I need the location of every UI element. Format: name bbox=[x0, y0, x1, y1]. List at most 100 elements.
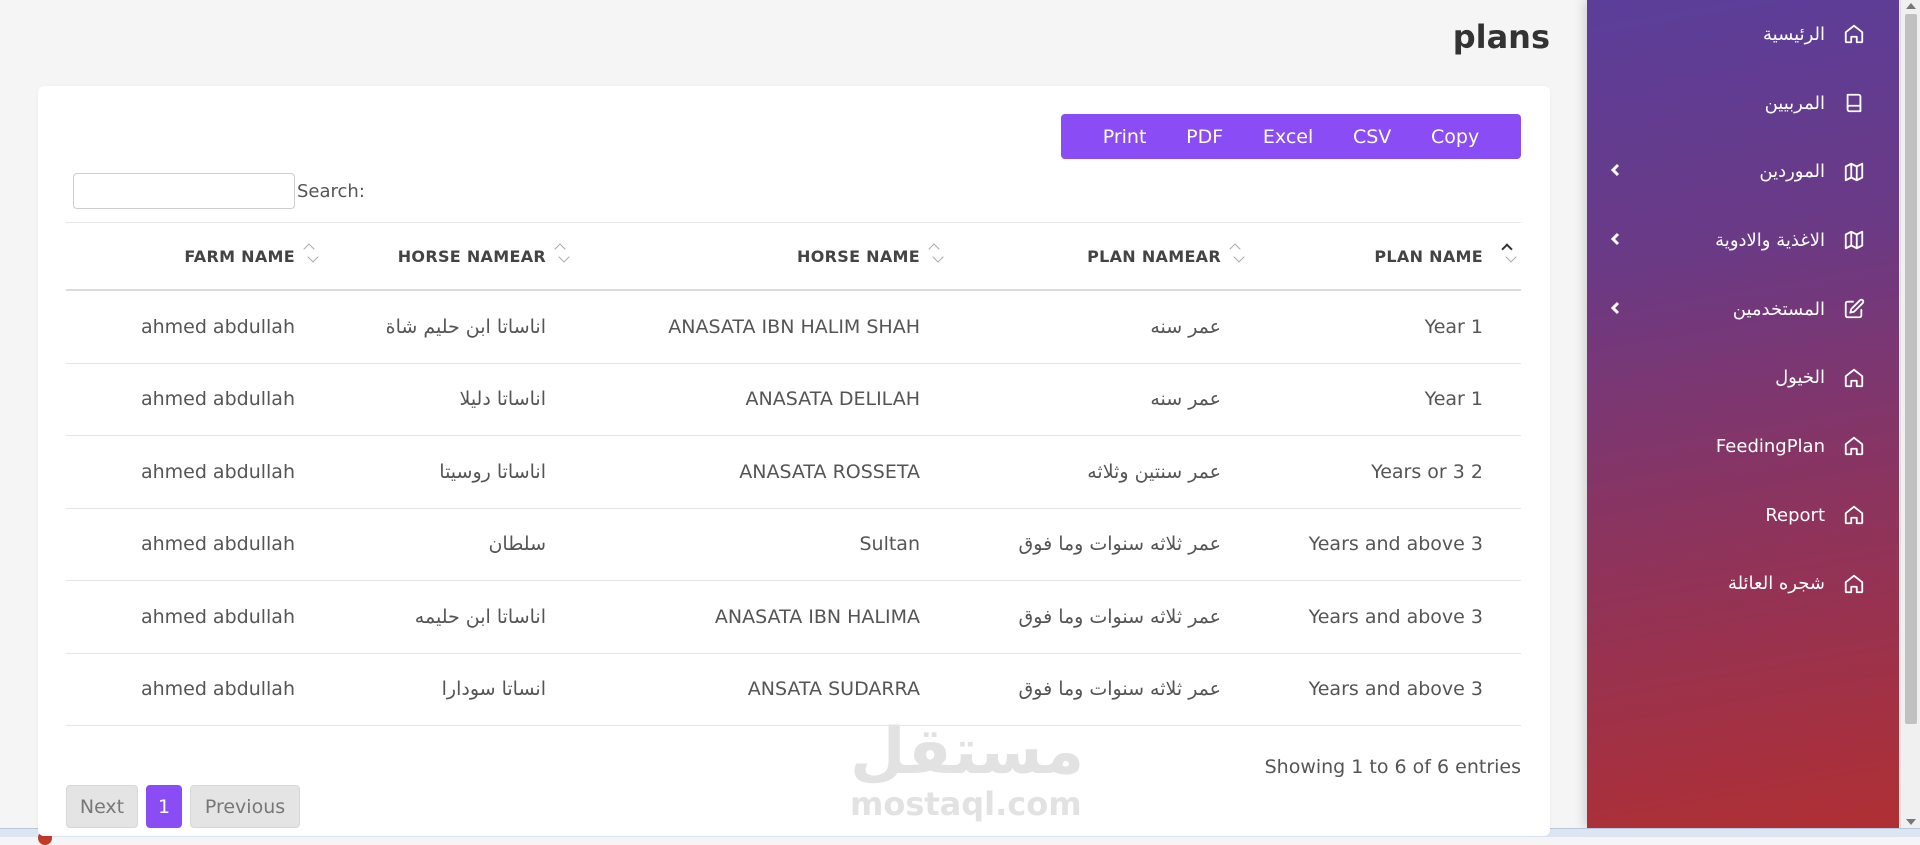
watermark-latin: mostaql.com bbox=[850, 785, 1082, 823]
map-icon bbox=[1841, 159, 1867, 185]
cell-farm-name: ahmed abdullah bbox=[140, 678, 295, 701]
cell-plan-namear: عمر سنه bbox=[1150, 315, 1221, 338]
cell-farm-name: ahmed abdullah bbox=[140, 533, 295, 556]
column-header-horse-name[interactable]: HORSE NAME bbox=[574, 242, 948, 266]
table-row: ahmed abdullah اناساتا روسيتا ANASATA ROSS… bbox=[66, 436, 1521, 509]
cell-plan-namear: عمر ثلاثه سنوات وما فوق bbox=[1018, 678, 1221, 701]
home-icon bbox=[1841, 433, 1867, 459]
cell-horse-name: Sultan bbox=[859, 533, 920, 556]
cell-plan-name: Years and above 3 bbox=[1308, 678, 1483, 701]
cell-horse-namear: سلطان bbox=[488, 533, 546, 556]
column-header-label: HORSE NAMEAR bbox=[397, 246, 546, 266]
cell-plan-namear: عمر ثلاثه سنوات وما فوق bbox=[1018, 533, 1221, 556]
sidebar-item-2[interactable]: الموردين bbox=[1587, 137, 1899, 206]
cell-horse-namear: اناساتا ابن حليمه bbox=[414, 605, 546, 628]
cell-horse-name: ANASATA IBN HALIMA bbox=[714, 605, 920, 628]
sidebar-item-0[interactable]: الرئيسية bbox=[1587, 0, 1899, 69]
cell-horse-namear: اناساتا دليلا bbox=[459, 388, 546, 411]
home-icon bbox=[1841, 502, 1867, 528]
column-header-plan-namear[interactable]: PLAN NAMEAR bbox=[948, 242, 1249, 266]
home-icon bbox=[1841, 21, 1867, 47]
sort-icon[interactable] bbox=[303, 241, 319, 267]
sidebar-item-8[interactable]: شجره العائلة bbox=[1587, 550, 1899, 619]
table-row: ahmed abdullah اناساتا ابن حليم شاة ANASAT… bbox=[66, 291, 1521, 364]
sidebar: الرئيسية المربيين الموردين الاغذية والادوية… bbox=[1587, 0, 1899, 828]
sort-icon[interactable] bbox=[554, 241, 570, 267]
cell-plan-namear: عمر سنه bbox=[1150, 388, 1221, 411]
cell-plan-name: Year 1 bbox=[1424, 315, 1483, 338]
column-header-farm-name[interactable]: FARM NAME bbox=[66, 242, 323, 266]
scroll-up-arrow-icon[interactable] bbox=[1906, 3, 1916, 9]
print-button[interactable]: Print bbox=[1095, 126, 1155, 148]
sidebar-item-4[interactable]: المستخدمين bbox=[1587, 275, 1899, 344]
chevron-left-icon bbox=[1609, 299, 1627, 320]
plans-table: FARM NAME HORSE NAMEAR HORSE NAME PLAN NAME… bbox=[66, 222, 1521, 726]
cell-horse-name: ANASATA IBN HALIM SHAH bbox=[668, 315, 920, 338]
home-icon bbox=[1841, 365, 1867, 391]
cell-plan-name: Years or 3 2 bbox=[1371, 460, 1483, 483]
table-body: ahmed abdullah اناساتا ابن حليم شاة ANASAT… bbox=[66, 291, 1521, 726]
column-header-label: HORSE NAME bbox=[797, 246, 920, 266]
vertical-scrollbar[interactable] bbox=[1900, 0, 1920, 828]
entries-info: Showing 1 to 6 of 6 entries bbox=[1264, 756, 1521, 778]
table-row: ahmed abdullah انساتا سودارا ANSATA SUDARR… bbox=[66, 654, 1521, 726]
export-button-group: Print PDF Excel CSV Copy bbox=[1061, 114, 1521, 159]
pdf-button[interactable]: PDF bbox=[1178, 126, 1231, 148]
sidebar-item-label: الخيول bbox=[1775, 367, 1825, 389]
sidebar-item-label: المستخدمين bbox=[1732, 298, 1825, 320]
column-header-label: FARM NAME bbox=[184, 246, 295, 266]
chevron-left-icon bbox=[1609, 161, 1627, 182]
cell-farm-name: ahmed abdullah bbox=[140, 315, 295, 338]
cell-horse-namear: اناساتا روسيتا bbox=[439, 460, 546, 483]
chevron-left-icon bbox=[1609, 230, 1627, 251]
scroll-down-arrow-icon[interactable] bbox=[1906, 819, 1916, 825]
watermark-logo: مستقل mostaql.com bbox=[850, 715, 1085, 823]
copy-button[interactable]: Copy bbox=[1423, 126, 1487, 148]
excel-button[interactable]: Excel bbox=[1255, 126, 1321, 148]
cell-horse-name: ANASATA DELILAH bbox=[745, 388, 920, 411]
map-icon bbox=[1841, 227, 1867, 253]
search-box: Search: bbox=[73, 172, 365, 210]
sidebar-item-label: Report bbox=[1765, 504, 1825, 526]
page-1-button[interactable]: 1 bbox=[146, 785, 182, 828]
page-title: plans bbox=[1452, 18, 1550, 56]
table-row: ahmed abdullah اناساتا دليلا ANASATA DELIL… bbox=[66, 364, 1521, 436]
pagination: Next 1 Previous bbox=[66, 785, 300, 828]
search-input[interactable] bbox=[73, 173, 295, 209]
book-icon bbox=[1841, 90, 1867, 116]
sidebar-item-label: الرئيسية bbox=[1763, 23, 1825, 45]
column-header-label: PLAN NAMEAR bbox=[1087, 246, 1221, 266]
table-row: ahmed abdullah اناساتا ابن حليمه ANASATA I… bbox=[66, 581, 1521, 654]
sidebar-item-label: شجره العائلة bbox=[1727, 573, 1825, 595]
cell-plan-name: Years and above 3 bbox=[1308, 533, 1483, 556]
search-label: Search: bbox=[297, 180, 365, 202]
cell-farm-name: ahmed abdullah bbox=[140, 460, 295, 483]
watermark-arabic: مستقل bbox=[850, 715, 1085, 789]
cell-plan-namear: عمر سنتين وثلاثه bbox=[1087, 460, 1221, 483]
sidebar-item-6[interactable]: FeedingPlan bbox=[1587, 412, 1899, 481]
sidebar-item-7[interactable]: Report bbox=[1587, 481, 1899, 550]
sidebar-item-label: FeedingPlan bbox=[1715, 435, 1825, 457]
sidebar-item-label: الاغذية والادوية bbox=[1715, 229, 1825, 251]
table-header: FARM NAME HORSE NAMEAR HORSE NAME PLAN NAME… bbox=[66, 222, 1521, 291]
cell-horse-name: ANASATA ROSSETA bbox=[739, 460, 920, 483]
sidebar-item-3[interactable]: الاغذية والادوية bbox=[1587, 206, 1899, 275]
sidebar-item-1[interactable]: المربيين bbox=[1587, 69, 1899, 138]
csv-button[interactable]: CSV bbox=[1345, 126, 1399, 148]
cell-plan-name: Years and above 3 bbox=[1308, 605, 1483, 628]
sidebar-item-5[interactable]: الخيول bbox=[1587, 343, 1899, 412]
column-header-plan-name[interactable]: PLAN NAME bbox=[1249, 242, 1521, 266]
sort-ascending-icon[interactable] bbox=[1501, 241, 1517, 267]
sidebar-item-label: الموردين bbox=[1759, 161, 1825, 183]
sidebar-item-label: المربيين bbox=[1764, 92, 1825, 114]
scrollbar-thumb[interactable] bbox=[1905, 14, 1917, 724]
cell-horse-namear: اناساتا ابن حليم شاة bbox=[385, 315, 546, 338]
sort-icon[interactable] bbox=[928, 241, 944, 267]
home-icon bbox=[1841, 571, 1867, 597]
sort-icon[interactable] bbox=[1229, 241, 1245, 267]
cell-farm-name: ahmed abdullah bbox=[140, 605, 295, 628]
previous-page-button[interactable]: Previous bbox=[190, 785, 300, 828]
column-header-label: PLAN NAME bbox=[1374, 246, 1483, 266]
column-header-horse-namear[interactable]: HORSE NAMEAR bbox=[323, 242, 574, 266]
next-page-button[interactable]: Next bbox=[66, 785, 138, 828]
